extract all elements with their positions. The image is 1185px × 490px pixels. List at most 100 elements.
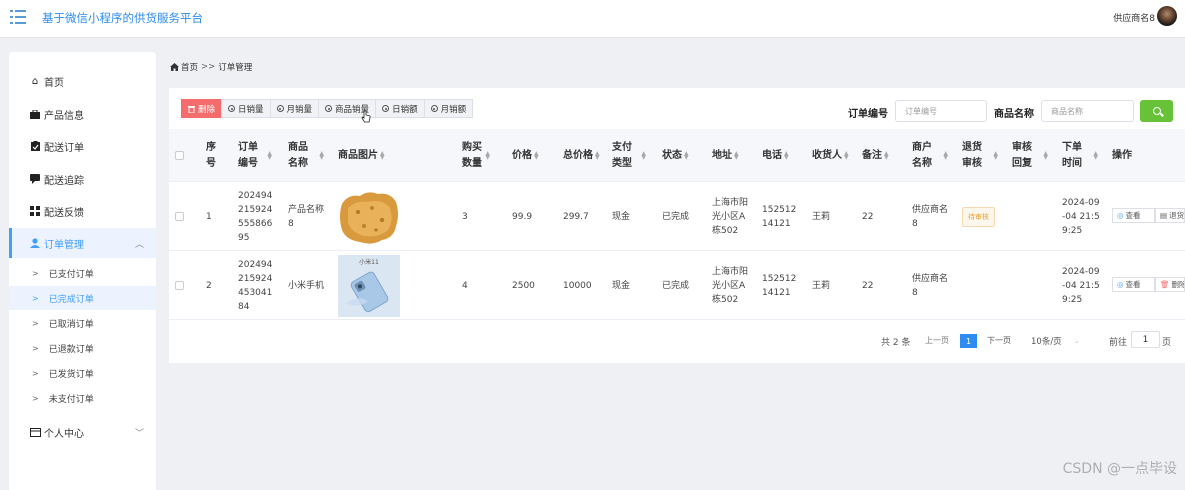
top-bar: 基于微信小程序的供货服务平台 供应商名8 — [0, 0, 1185, 38]
sidebar-subitem-paid[interactable]: > 已支付订单 — [9, 261, 156, 285]
pagination-total: 共 2 条 — [881, 338, 911, 348]
row-checkbox[interactable] — [175, 281, 184, 290]
goto-label: 前往 — [1109, 338, 1128, 348]
delete-row-button[interactable]: 🗑删除 — [1155, 277, 1185, 292]
th-receiver[interactable]: 收货人 ▲ ▼ — [812, 129, 852, 182]
search-button[interactable] — [1140, 100, 1173, 122]
page-number-active[interactable]: 1 — [960, 334, 977, 348]
table-header: 序号 订单编号 ▲ ▼ 商品名称 ▲ ▼ 商品图片 ▲ ▼ 购买数量 ▲ ▼ 价格 ▲ ▼ 总价格 ▲… — [169, 129, 1185, 182]
sidebar-subitem-completed[interactable]: > 已完成订单 — [9, 286, 156, 310]
view-button[interactable]: ◎ 查看 — [1112, 208, 1155, 223]
cell-order-no: 20249421592455586695 — [238, 190, 273, 243]
sidebar-subitem-shipped[interactable]: > 已发货订单 — [9, 361, 156, 385]
mouse-pointer-icon — [361, 110, 371, 126]
sidebar-subitem-cancelled[interactable]: > 已取消订单 — [9, 311, 156, 335]
chevron-right-icon: > — [32, 318, 39, 328]
view-button[interactable]: ◎ 查看 — [1112, 277, 1155, 292]
th-image[interactable]: 商品图片 ▲ ▼ — [338, 129, 406, 182]
row-checkbox[interactable] — [175, 212, 184, 221]
sidebar-subitem-refunded[interactable]: > 已退款订单 — [9, 336, 156, 360]
cell-review-reply — [1012, 251, 1052, 320]
trash-icon — [188, 105, 195, 113]
sidebar-item-products[interactable]: 产品信息 — [9, 99, 156, 129]
cell-phone: 15251214121 — [762, 204, 797, 229]
th-refund-review[interactable]: 退货审核 ▲ ▼ — [962, 129, 998, 182]
th-qty[interactable]: 购买数量 ▲ ▼ — [462, 129, 490, 182]
sidebar-item-order-management[interactable]: 订单管理 ︿ — [9, 228, 156, 258]
sort-icon: ▲ ▼ — [1093, 149, 1098, 161]
sort-icon: ▲ ▼ — [734, 149, 739, 161]
eye-icon: ◎ — [1117, 211, 1124, 220]
th-index[interactable]: 序号 — [206, 129, 220, 182]
order-no-label: 订单编号 — [848, 109, 888, 120]
cell-pay-type: 现金 — [612, 280, 631, 291]
cell-product-name: 小米手机 — [288, 280, 325, 291]
clipboard-icon — [29, 140, 41, 152]
goto-page-input[interactable]: 1 — [1131, 331, 1160, 348]
watermark: CSDN @一点毕设 — [1062, 461, 1177, 477]
menu-toggle-icon[interactable] — [10, 10, 26, 24]
th-total[interactable]: 总价格 ▲ ▼ — [563, 129, 607, 182]
doc-icon: ▤ — [1160, 211, 1168, 220]
eye-icon: ◎ — [1117, 280, 1124, 289]
product-image: 小米11 — [338, 255, 400, 317]
cell-review-reply — [1012, 182, 1052, 251]
sidebar-item-delivery-tracking[interactable]: 配送追踪 — [9, 164, 156, 194]
message-icon — [29, 173, 41, 185]
next-page-button[interactable]: 下一页 — [987, 335, 1011, 346]
th-product-name[interactable]: 商品名称 ▲ ▼ — [288, 129, 324, 182]
cell-address: 上海市阳光小区A栋502 — [712, 197, 749, 236]
page-size-select[interactable]: 10条/页 ⌄ — [1031, 335, 1080, 347]
th-time[interactable]: 下单时间 ▲ ▼ — [1062, 129, 1098, 182]
cell-status: 已完成 — [662, 280, 690, 291]
cell-price: 99.9 — [512, 211, 533, 222]
product-name-input[interactable]: 商品名称 — [1041, 100, 1134, 122]
cell-qty: 4 — [462, 280, 468, 291]
sidebar-item-delivery-feedback[interactable]: 配送反馈 — [9, 196, 156, 226]
select-all-checkbox[interactable] — [175, 151, 184, 160]
sort-icon: ▲ ▼ — [943, 149, 948, 161]
stats-icon — [382, 105, 390, 112]
breadcrumb: 首页 >> 订单管理 — [170, 61, 252, 73]
sort-icon: ▲ ▼ — [267, 149, 272, 161]
daily-sales-amount-button[interactable]: 日销额 — [375, 99, 425, 118]
th-pay-type[interactable]: 支付类型 ▲ ▼ — [612, 129, 646, 182]
th-address[interactable]: 地址 ▲ ▼ — [712, 129, 752, 182]
breadcrumb-home[interactable]: 首页 — [181, 61, 198, 73]
th-status[interactable]: 状态 ▲ ▼ — [662, 129, 702, 182]
cell-receiver: 王莉 — [812, 280, 831, 291]
stats-icon — [325, 105, 333, 112]
sidebar-item-label: 配送反馈 — [44, 207, 84, 219]
sidebar-item-delivery-orders[interactable]: 配送订单 — [9, 131, 156, 161]
daily-sales-qty-button[interactable]: 日销量 — [221, 99, 271, 118]
monthly-sales-qty-button[interactable]: 月销量 — [269, 99, 320, 118]
sort-icon: ▲ ▼ — [485, 149, 490, 161]
th-review-reply[interactable]: 审核回复 ▲ ▼ — [1012, 129, 1048, 182]
delete-button[interactable]: 删除 — [181, 99, 223, 118]
user-name[interactable]: 供应商名8 — [1113, 11, 1155, 24]
cell-note: 22 — [862, 211, 874, 222]
stats-icon — [430, 105, 438, 112]
chevron-down-icon: ﹀ — [134, 429, 144, 439]
sidebar-item-home[interactable]: ⌂ 首页 — [9, 66, 156, 96]
refund-button[interactable]: ▤ 退货 — [1155, 208, 1185, 223]
chevron-right-icon: > — [32, 368, 39, 378]
sort-icon: ▲ ▼ — [684, 149, 689, 161]
th-order-no[interactable]: 订单编号 ▲ ▼ — [238, 129, 272, 182]
order-no-input[interactable]: 订单编号 — [895, 100, 987, 122]
cell-price: 2500 — [512, 280, 535, 291]
chevron-right-icon: > — [32, 268, 39, 278]
sort-icon: ▲ ▼ — [1043, 149, 1048, 161]
sidebar-subitem-unpaid[interactable]: > 未支付订单 — [9, 386, 156, 410]
breadcrumb-current: 订单管理 — [218, 63, 253, 73]
th-note[interactable]: 备注 ▲ ▼ — [862, 129, 902, 182]
cell-refund-review — [962, 251, 1006, 320]
sidebar-item-profile[interactable]: 个人中心 ﹀ — [9, 417, 156, 447]
avatar[interactable] — [1157, 6, 1177, 26]
th-merchant[interactable]: 商户名称 ▲ ▼ — [912, 129, 948, 182]
th-phone[interactable]: 电话 ▲ ▼ — [762, 129, 802, 182]
monthly-sales-amount-button[interactable]: 月销额 — [423, 99, 474, 118]
prev-page-button[interactable]: 上一页 — [925, 335, 949, 346]
cell-qty: 3 — [462, 211, 468, 222]
th-price[interactable]: 价格 ▲ ▼ — [512, 129, 550, 182]
